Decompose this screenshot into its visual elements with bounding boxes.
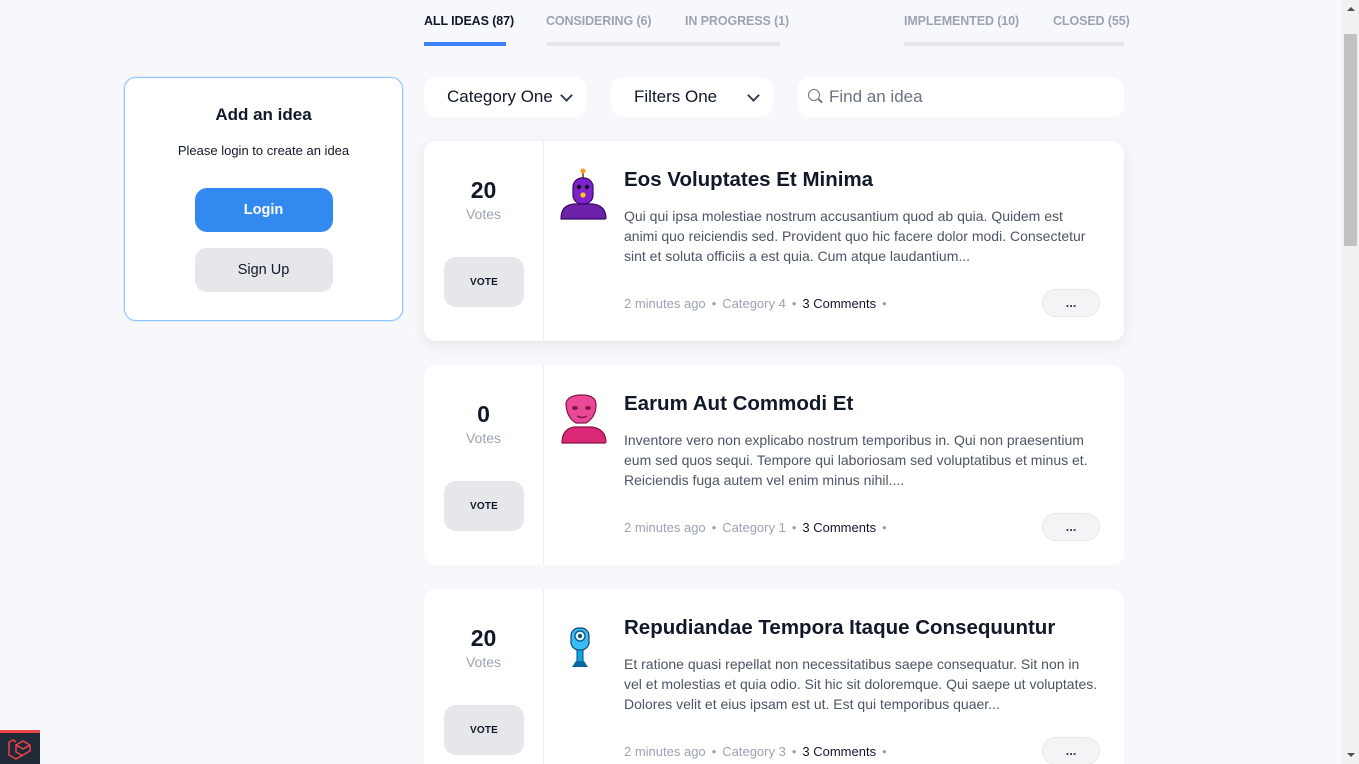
tab-label: CONSIDERING (6)	[546, 14, 652, 28]
laravel-logo-icon	[8, 739, 31, 760]
idea-timestamp: 2 minutes ago	[624, 296, 706, 311]
signup-button[interactable]: Sign Up	[194, 248, 333, 292]
vote-label: Votes	[465, 654, 502, 670]
search-box	[798, 77, 1124, 117]
login-button[interactable]: Login	[194, 188, 333, 232]
filters-select-value: Filters One	[634, 87, 718, 106]
vote-button[interactable]: VOTE	[444, 705, 524, 755]
idea-meta: 2 minutes ago • Category 3 • 3 Comments •	[624, 744, 893, 759]
tab-label: IMPLEMENTED (10)	[904, 14, 1020, 28]
separator-dot: •	[882, 296, 887, 311]
idea-meta: 2 minutes ago • Category 4 • 3 Comments •	[624, 296, 893, 311]
separator-dot: •	[711, 744, 717, 759]
idea-card[interactable]: 20 Votes VOTE Eos Voluptates Et Minima Q…	[424, 141, 1124, 341]
vote-button[interactable]: VOTE	[444, 257, 524, 307]
login-prompt: Please login to create an idea	[177, 143, 350, 158]
separator-dot: •	[791, 520, 797, 535]
idea-title[interactable]: Earum Aut Commodi Et	[624, 392, 853, 416]
search-input[interactable]	[829, 77, 1109, 117]
idea-meta: 2 minutes ago • Category 1 • 3 Comments •	[624, 520, 893, 535]
idea-category: Category 1	[722, 520, 786, 535]
scroll-down-arrow-icon[interactable]	[1342, 747, 1359, 764]
idea-card[interactable]: 0 Votes VOTE Earum Aut Commodi Et Invent…	[424, 365, 1124, 565]
robot-purple-icon[interactable]	[556, 167, 610, 221]
filters-select[interactable]: Filters One	[611, 77, 773, 117]
vote-count: 0	[477, 401, 490, 427]
separator-dot: •	[711, 296, 717, 311]
idea-comments-link[interactable]: 3 Comments	[802, 296, 876, 311]
separator-dot: •	[791, 744, 797, 759]
page-scrollbar[interactable]	[1342, 0, 1359, 764]
idea-category: Category 4	[722, 296, 786, 311]
vote-label: Votes	[465, 430, 502, 446]
vote-button[interactable]: VOTE	[444, 481, 524, 531]
separator-dot: •	[711, 520, 717, 535]
idea-comments-link[interactable]: 3 Comments	[802, 744, 876, 759]
idea-title[interactable]: Eos Voluptates Et Minima	[624, 168, 873, 192]
category-select[interactable]: Category One	[424, 77, 586, 117]
more-options-button[interactable]: ...	[1042, 513, 1100, 541]
idea-description: Qui qui ipsa molestiae nostrum accusanti…	[624, 208, 1086, 264]
tab-label: IN PROGRESS (1)	[685, 14, 790, 28]
chevron-down-icon	[560, 89, 573, 102]
search-icon	[808, 89, 820, 101]
robot-pink-icon[interactable]	[556, 391, 610, 445]
scrollbar-thumb[interactable]	[1344, 34, 1357, 246]
votes-column: 20 Votes VOTE	[424, 589, 544, 764]
idea-timestamp: 2 minutes ago	[624, 520, 706, 535]
idea-description: Et ratione quasi repellat non necessitat…	[624, 656, 1098, 712]
vote-label: Votes	[465, 206, 502, 222]
chevron-down-icon	[747, 89, 760, 102]
separator-dot: •	[882, 520, 887, 535]
votes-column: 0 Votes VOTE	[424, 365, 544, 565]
add-idea-title: Add an idea	[215, 105, 312, 124]
tab-closed[interactable]: CLOSED (55)	[1014, 14, 1130, 46]
tab-considering[interactable]: CONSIDERING (6)	[546, 14, 652, 46]
separator-dot: •	[791, 296, 797, 311]
more-options-button[interactable]: ...	[1042, 289, 1100, 317]
votes-column: 20 Votes VOTE	[424, 141, 544, 341]
tab-label: CLOSED (55)	[1053, 14, 1130, 28]
vote-count: 20	[470, 177, 497, 203]
idea-description: Inventore vero non explicabo nostrum tem…	[624, 432, 1088, 488]
tab-implemented[interactable]: IMPLEMENTED (10)	[904, 14, 1020, 46]
idea-card[interactable]: 20 Votes VOTE Repudiandae Tempora Itaque…	[424, 589, 1124, 764]
category-select-value: Category One	[447, 87, 553, 106]
add-idea-card: Add an idea Please login to create an id…	[124, 77, 403, 321]
scroll-up-arrow-icon[interactable]	[1342, 0, 1359, 17]
tab-in-progress[interactable]: IN PROGRESS (1)	[646, 14, 790, 46]
idea-category: Category 3	[722, 744, 786, 759]
debugbar-toggle[interactable]	[0, 730, 40, 764]
tab-label: ALL IDEAS (87)	[424, 14, 515, 28]
robot-blue-icon[interactable]	[556, 615, 610, 669]
idea-comments-link[interactable]: 3 Comments	[802, 520, 876, 535]
tab-all-ideas[interactable]: ALL IDEAS (87)	[424, 14, 515, 46]
more-options-button[interactable]: ...	[1042, 737, 1100, 764]
idea-timestamp: 2 minutes ago	[624, 744, 706, 759]
status-tabs: ALL IDEAS (87) CONSIDERING (6) IN PROGRE…	[424, 0, 1130, 46]
idea-title[interactable]: Repudiandae Tempora Itaque Consequuntur	[624, 616, 1055, 640]
separator-dot: •	[882, 744, 887, 759]
vote-count: 20	[470, 625, 497, 651]
